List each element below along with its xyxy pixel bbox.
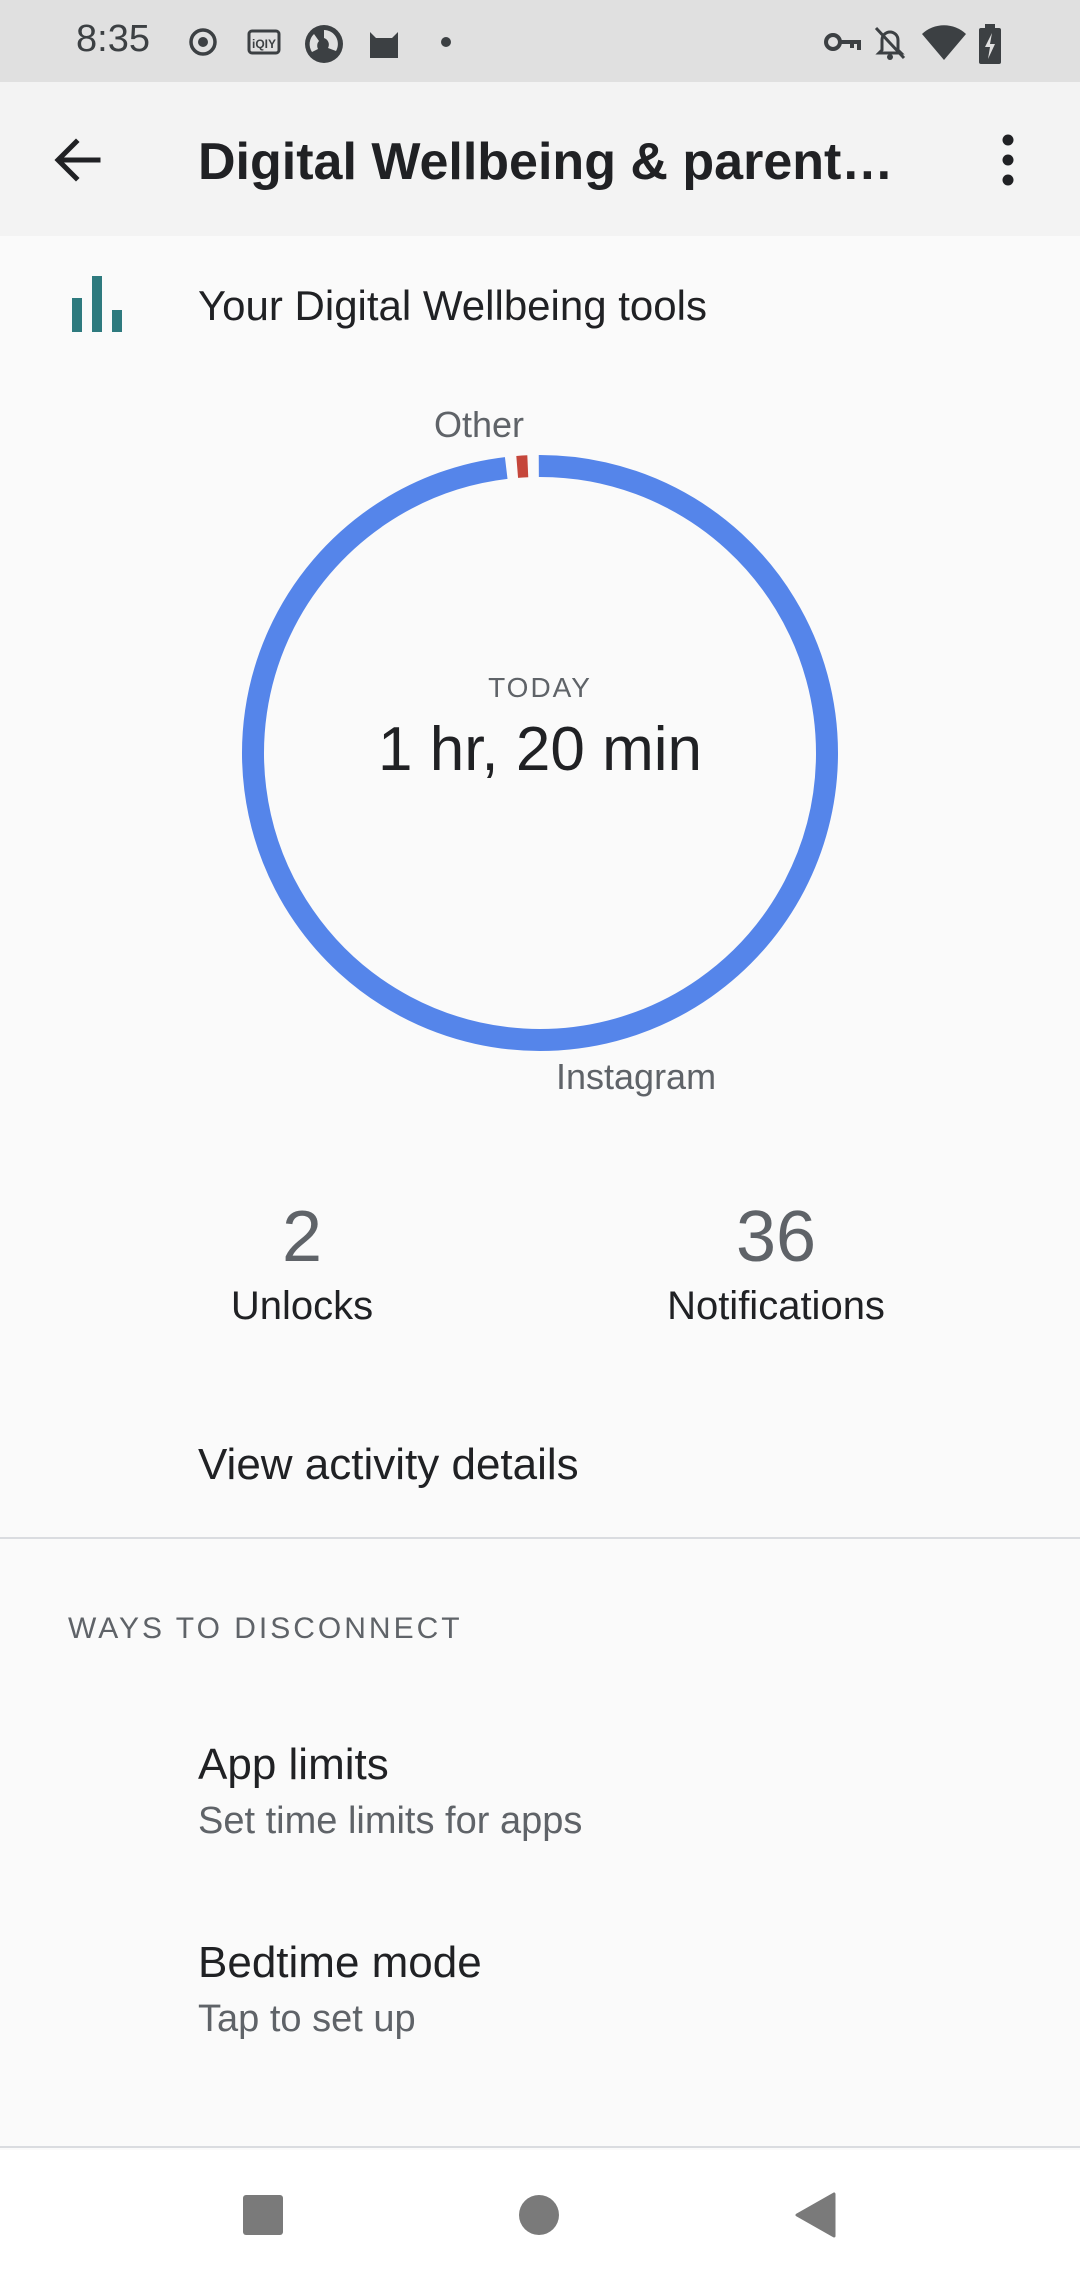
navigation-bar (0, 2150, 1080, 2280)
section-divider (0, 1537, 1080, 1539)
unlocks-label: Unlocks (230, 1284, 374, 1328)
bedtime-mode-title: Bedtime mode (198, 1938, 482, 1987)
bedtime-mode-subtitle: Tap to set up (198, 1998, 416, 2040)
ways-to-disconnect-header: WAYS TO DISCONNECT (68, 1612, 463, 1645)
bedtime-mode-item[interactable]: Bedtime mode Tap to set up (198, 1938, 998, 2041)
app-limits-title: App limits (198, 1740, 389, 1789)
back-button-icon[interactable] (794, 2192, 836, 2238)
usage-total-time: 1 hr, 20 min (378, 715, 702, 784)
recents-button-icon[interactable] (242, 2194, 284, 2236)
donut-segment-other[interactable] (516, 455, 529, 478)
usage-period-label: TODAY (488, 672, 592, 703)
chart-label-other: Other (434, 404, 525, 445)
unlocks-stat[interactable]: 2 Unlocks (152, 1196, 452, 1329)
bottom-divider (0, 2146, 1080, 2148)
notifications-stat[interactable]: 36 Notifications (626, 1196, 926, 1329)
notifications-label: Notifications (667, 1284, 885, 1328)
unlocks-count: 2 (281, 1197, 323, 1277)
usage-donut-chart[interactable] (0, 0, 1080, 1140)
app-limits-item[interactable]: App limits Set time limits for apps (198, 1740, 998, 1843)
app-limits-subtitle: Set time limits for apps (198, 1800, 583, 1842)
home-button-icon[interactable] (518, 2194, 560, 2236)
view-activity-details-link[interactable]: View activity details (198, 1440, 579, 1490)
chart-label-instagram: Instagram (556, 1056, 717, 1097)
notifications-count: 36 (735, 1197, 817, 1277)
